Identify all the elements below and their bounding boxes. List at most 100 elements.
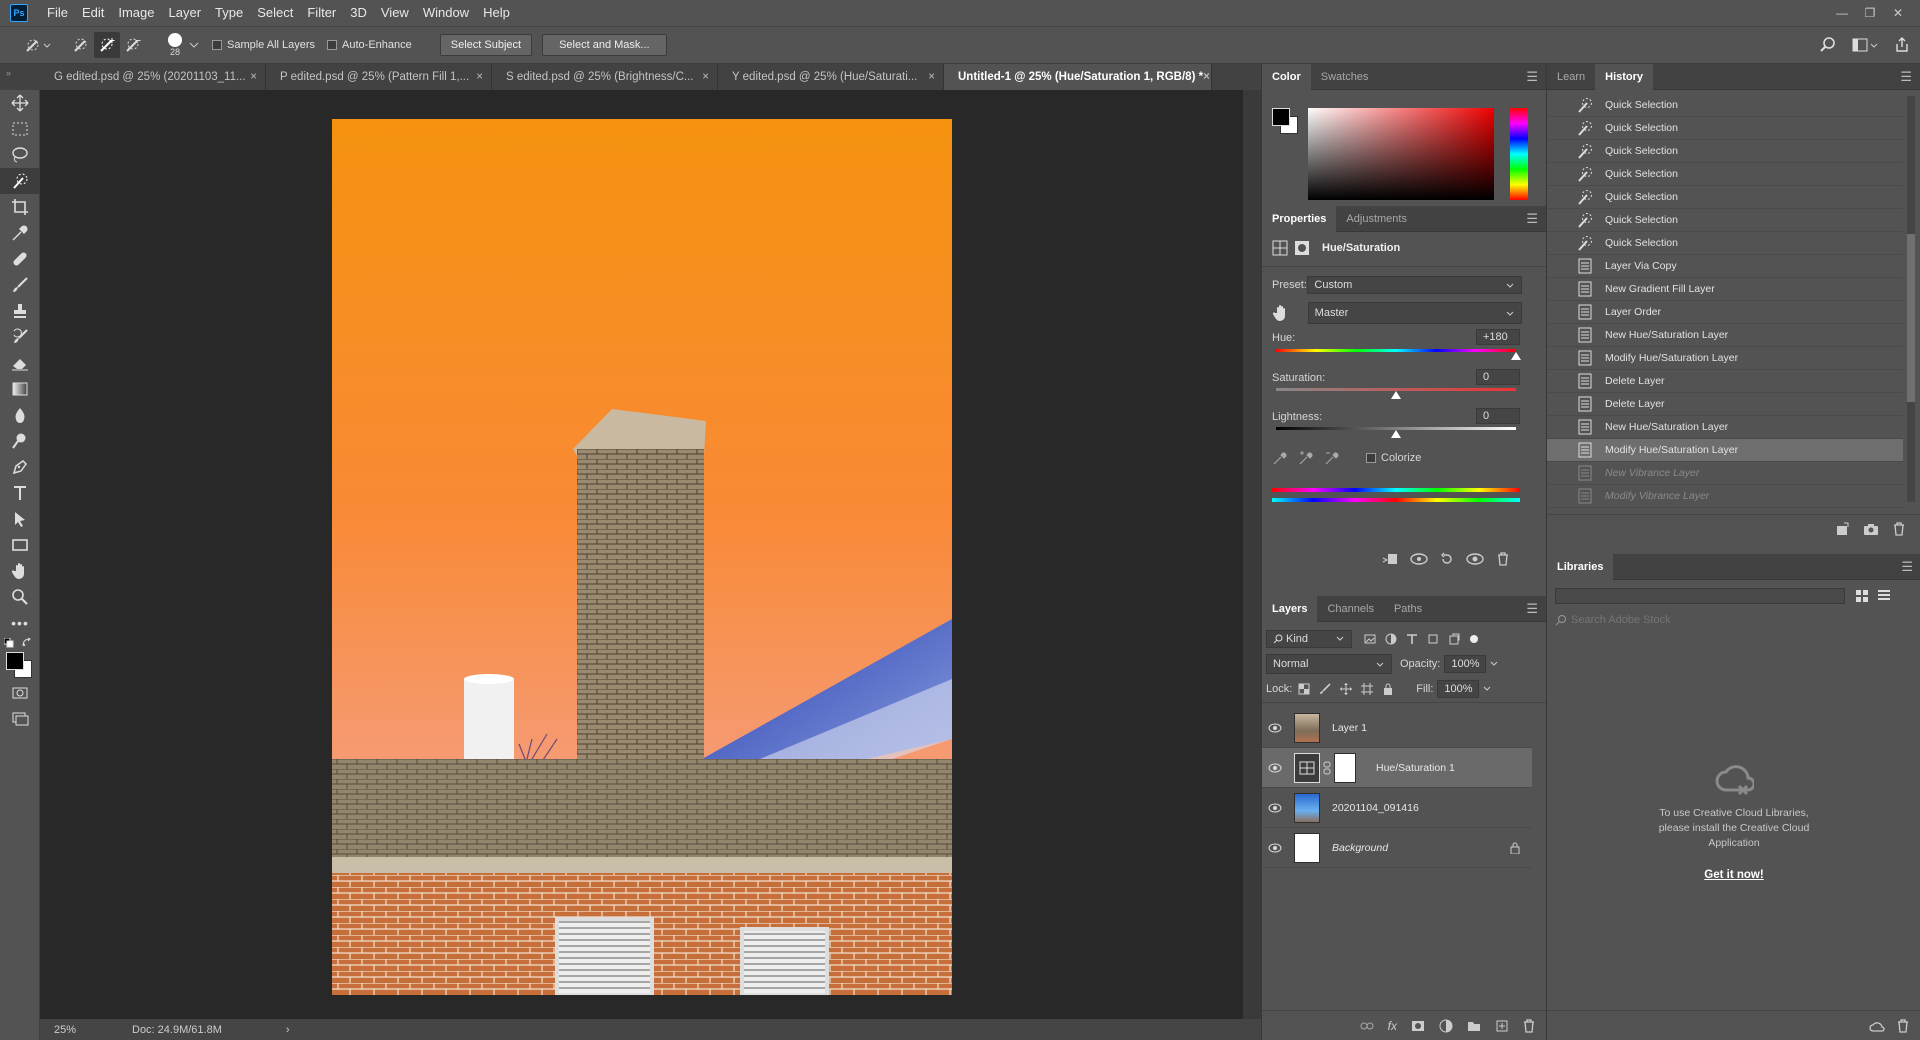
history-item[interactable]: New Hue/Saturation Layer: [1547, 416, 1903, 439]
layer-row[interactable]: 20201104_091416: [1262, 788, 1532, 828]
share-icon[interactable]: [1894, 37, 1910, 53]
history-snapshot-source[interactable]: [1557, 466, 1571, 480]
panel-menu-icon[interactable]: ☰: [1901, 559, 1913, 575]
mask-icon[interactable]: [1294, 240, 1310, 256]
menu-filter[interactable]: Filter: [300, 0, 343, 26]
history-snapshot-source[interactable]: [1557, 351, 1571, 365]
tab-learn[interactable]: Learn: [1547, 64, 1595, 90]
layer-row-selected[interactable]: Hue/Saturation 1: [1262, 748, 1532, 788]
swap-colors-icon[interactable]: [22, 638, 32, 648]
history-item[interactable]: Quick Selection: [1547, 232, 1903, 255]
tool-preset-picker[interactable]: [16, 32, 56, 58]
tab-channels[interactable]: Channels: [1317, 596, 1383, 622]
menu-3d[interactable]: 3D: [343, 0, 374, 26]
history-item[interactable]: Quick Selection: [1547, 163, 1903, 186]
hue-input[interactable]: +180: [1476, 329, 1520, 345]
filter-type-icon[interactable]: [1406, 633, 1418, 645]
quick-selection-tool[interactable]: [0, 168, 40, 194]
brush-tool[interactable]: [0, 272, 40, 298]
menu-edit[interactable]: Edit: [75, 0, 111, 26]
layer-name[interactable]: Layer 1: [1332, 722, 1367, 734]
collapse-arrows-icon[interactable]: »: [6, 68, 11, 78]
menu-help[interactable]: Help: [476, 0, 517, 26]
layer-name[interactable]: Hue/Saturation 1: [1376, 762, 1455, 774]
add-to-selection-button[interactable]: [94, 32, 120, 58]
history-item[interactable]: Layer Order: [1547, 301, 1903, 324]
history-snapshot-source[interactable]: [1557, 397, 1571, 411]
history-snapshot-source[interactable]: [1557, 328, 1571, 342]
checkbox-box[interactable]: [1366, 453, 1376, 463]
foreground-color-swatch[interactable]: [6, 652, 24, 670]
path-selection-tool[interactable]: [0, 506, 40, 532]
doc-tab[interactable]: G edited.psd @ 25% (20201103_11... ×: [40, 64, 266, 90]
blend-mode-select[interactable]: Normal: [1266, 654, 1392, 674]
filter-toggle-icon[interactable]: [1469, 634, 1479, 644]
filter-adjustment-icon[interactable]: [1385, 633, 1397, 645]
panel-menu-icon[interactable]: ☰: [1900, 69, 1912, 85]
view-previous-icon[interactable]: [1410, 552, 1428, 566]
close-icon[interactable]: ×: [702, 71, 709, 83]
history-snapshot-source[interactable]: [1557, 213, 1571, 227]
history-item[interactable]: Quick Selection: [1547, 186, 1903, 209]
marquee-tool[interactable]: [0, 116, 40, 142]
history-snapshot-source[interactable]: [1557, 259, 1571, 273]
search-icon[interactable]: [1820, 37, 1836, 53]
canvas-scrollbar[interactable]: [1243, 90, 1261, 1019]
filter-smart-object-icon[interactable]: [1448, 633, 1460, 645]
history-snapshot-source[interactable]: [1557, 443, 1571, 457]
pen-tool[interactable]: [0, 454, 40, 480]
color-field[interactable]: [1308, 108, 1494, 200]
visibility-icon[interactable]: [1466, 552, 1484, 566]
move-tool[interactable]: [0, 90, 40, 116]
library-select[interactable]: [1555, 588, 1845, 604]
trash-icon[interactable]: [1523, 1018, 1535, 1033]
add-mask-icon[interactable]: [1411, 1020, 1425, 1032]
lock-pixels-icon[interactable]: [1319, 683, 1331, 695]
grid-view-icon[interactable]: [1855, 589, 1869, 603]
fx-icon[interactable]: fx: [1388, 1019, 1397, 1033]
dodge-tool[interactable]: [0, 428, 40, 454]
tab-adjustments[interactable]: Adjustments: [1336, 206, 1417, 232]
eye-icon[interactable]: [1268, 723, 1282, 733]
opacity-input[interactable]: 100%: [1444, 655, 1487, 673]
zoom-tool[interactable]: [0, 584, 40, 610]
stock-search-input[interactable]: [1571, 614, 1891, 626]
history-snapshot-source[interactable]: [1557, 121, 1571, 135]
layer-mask-thumbnail[interactable]: [1334, 752, 1356, 783]
history-item[interactable]: New Gradient Fill Layer: [1547, 278, 1903, 301]
minimize-button[interactable]: —: [1828, 6, 1856, 20]
history-item[interactable]: Quick Selection: [1547, 117, 1903, 140]
panel-menu-icon[interactable]: ☰: [1526, 211, 1538, 227]
panel-menu-icon[interactable]: ☰: [1526, 601, 1538, 617]
layer-filter-kind[interactable]: Kind: [1266, 630, 1352, 648]
history-item[interactable]: Modify Vibrance Layer: [1547, 485, 1903, 508]
eye-icon[interactable]: [1268, 803, 1282, 813]
new-selection-button[interactable]: [68, 32, 94, 58]
targeted-adjustment-hand-icon[interactable]: [1272, 304, 1290, 322]
history-item[interactable]: Quick Selection: [1547, 140, 1903, 163]
lightness-input[interactable]: 0: [1476, 408, 1520, 424]
layer-row[interactable]: Background: [1262, 828, 1532, 868]
history-item[interactable]: Modify Hue/Saturation Layer: [1547, 347, 1903, 370]
doc-tab-active[interactable]: Untitled-1 @ 25% (Hue/Saturation 1, RGB/…: [944, 64, 1212, 90]
hue-track[interactable]: [1276, 349, 1516, 352]
panel-menu-icon[interactable]: ☰: [1526, 69, 1538, 85]
channel-select[interactable]: Master: [1307, 302, 1522, 324]
history-snapshot-source[interactable]: [1557, 236, 1571, 250]
eyedropper-icon[interactable]: [1272, 450, 1288, 466]
preset-select[interactable]: Custom: [1307, 276, 1522, 294]
history-snapshot-source[interactable]: [1557, 420, 1571, 434]
tab-swatches[interactable]: Swatches: [1311, 64, 1379, 90]
chevron-down-icon[interactable]: [188, 40, 200, 50]
history-item[interactable]: Delete Layer: [1547, 393, 1903, 416]
blur-tool[interactable]: [0, 402, 40, 428]
menu-image[interactable]: Image: [111, 0, 161, 26]
layer-name[interactable]: Background: [1332, 842, 1388, 854]
lock-position-icon[interactable]: [1340, 683, 1353, 695]
tab-layers[interactable]: Layers: [1262, 595, 1318, 622]
screen-mode-button[interactable]: [0, 706, 40, 732]
hue-slider[interactable]: [1510, 108, 1528, 200]
eraser-tool[interactable]: [0, 350, 40, 376]
foreground-color-swatch[interactable]: [1272, 108, 1290, 126]
select-subject-button[interactable]: Select Subject: [439, 34, 533, 56]
